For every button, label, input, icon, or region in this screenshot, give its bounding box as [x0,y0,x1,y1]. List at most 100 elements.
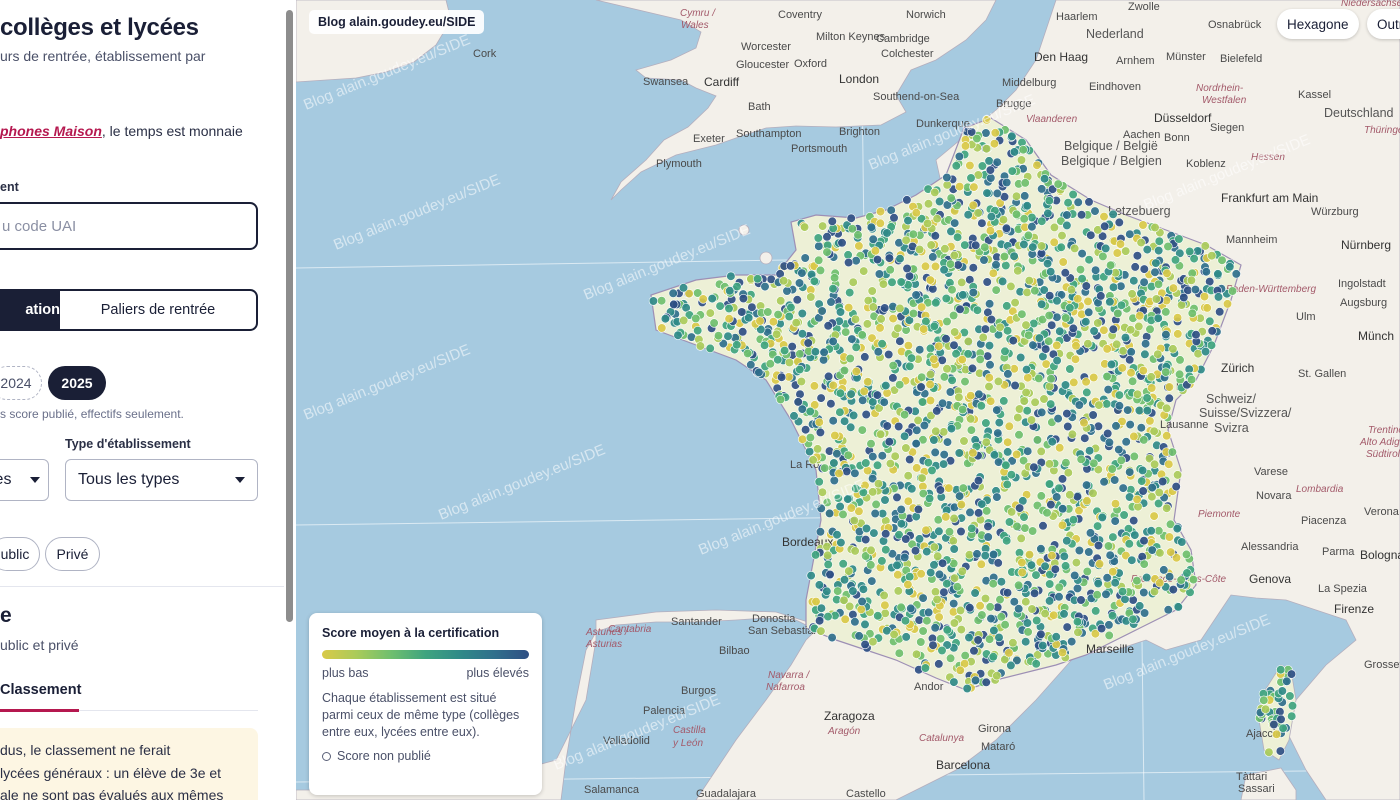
school-dot[interactable] [998,215,1009,225]
school-dot[interactable] [885,459,896,469]
school-dot[interactable] [904,271,915,281]
school-dot[interactable] [1028,242,1038,252]
school-dot[interactable] [985,165,996,175]
school-dot[interactable] [841,327,851,337]
school-dot[interactable] [1162,403,1172,413]
school-dot[interactable] [1089,372,1099,383]
school-dot[interactable] [895,254,905,264]
school-dot[interactable] [1093,540,1104,551]
school-dot[interactable] [903,471,913,481]
school-dot[interactable] [1130,530,1140,540]
school-dot[interactable] [964,550,975,560]
school-dot[interactable] [894,648,904,658]
school-dot[interactable] [935,485,946,495]
school-dot[interactable] [918,593,928,603]
school-dot[interactable] [1036,446,1046,457]
school-dot[interactable] [797,329,808,339]
school-dot[interactable] [1094,400,1104,410]
school-dot[interactable] [979,255,989,265]
school-dot[interactable] [1034,373,1044,384]
school-dot[interactable] [1140,349,1150,359]
school-dot[interactable] [1138,220,1148,230]
school-dot[interactable] [1199,292,1210,302]
school-dot[interactable] [1084,197,1094,207]
school-dot[interactable] [924,493,935,504]
school-dot[interactable] [1103,541,1114,551]
school-dot[interactable] [993,558,1003,568]
school-dot[interactable] [679,315,689,326]
tab-classement[interactable]: Classement [0,682,81,698]
school-dot[interactable] [1200,347,1211,357]
school-dot[interactable] [939,587,949,597]
school-dot[interactable] [1021,365,1032,375]
school-dot[interactable] [849,515,859,526]
school-dot[interactable] [1017,557,1027,568]
school-dot[interactable] [969,182,979,192]
school-dot[interactable] [879,590,889,601]
school-dot[interactable] [1054,483,1064,493]
school-dot[interactable] [967,523,977,534]
school-dot[interactable] [984,299,995,309]
school-dot[interactable] [1090,265,1101,275]
school-dot[interactable] [957,405,968,415]
school-dot[interactable] [835,407,845,417]
school-dot[interactable] [1068,515,1079,525]
school-dot[interactable] [724,303,734,314]
school-dot[interactable] [726,271,736,281]
school-dot[interactable] [991,285,1001,295]
school-dot[interactable] [1189,254,1199,264]
school-dot[interactable] [1149,426,1159,436]
school-dot[interactable] [968,263,978,273]
school-dot[interactable] [834,468,844,479]
school-dot[interactable] [1149,459,1160,469]
school-dot[interactable] [952,582,963,592]
school-dot[interactable] [966,173,976,183]
school-dot[interactable] [1110,475,1120,485]
school-dot[interactable] [980,550,990,561]
school-dot[interactable] [986,314,997,325]
school-dot[interactable] [905,361,915,371]
school-dot[interactable] [900,616,911,626]
school-dot[interactable] [973,508,984,518]
sector-chip-public[interactable]: ublic [0,537,40,571]
school-dot[interactable] [1002,326,1013,336]
school-dot[interactable] [1102,399,1112,409]
school-dot[interactable] [845,288,855,298]
school-dot[interactable] [827,216,837,226]
school-dot[interactable] [1108,209,1118,219]
school-dot[interactable] [949,618,960,628]
school-dot[interactable] [743,348,753,359]
school-dot[interactable] [1159,565,1169,575]
school-dot[interactable] [1021,637,1031,647]
school-dot[interactable] [949,340,959,350]
school-dot[interactable] [896,504,906,515]
school-dot[interactable] [1077,249,1087,259]
view-toggle[interactable]: ation Paliers de rentrée [0,289,258,331]
school-dot[interactable] [1132,494,1142,505]
school-dot[interactable] [988,268,998,278]
school-dot[interactable] [1027,604,1037,614]
school-dot[interactable] [828,284,838,294]
school-dot[interactable] [820,463,830,473]
school-dot[interactable] [732,282,742,292]
school-dot[interactable] [846,389,856,399]
school-dot[interactable] [1074,545,1085,556]
school-dot[interactable] [1151,294,1162,304]
school-dot[interactable] [660,314,671,324]
school-dot[interactable] [994,418,1004,428]
school-dot[interactable] [1010,380,1020,391]
school-dot[interactable] [917,372,927,382]
school-dot[interactable] [854,241,864,251]
school-dot[interactable] [867,286,877,296]
school-dot[interactable] [1047,320,1057,330]
school-dot[interactable] [744,313,754,323]
school-dot[interactable] [958,290,968,300]
school-dot[interactable] [787,342,797,352]
school-dot[interactable] [1217,255,1227,265]
school-dot[interactable] [1166,547,1176,557]
school-dot[interactable] [925,343,936,354]
school-dot[interactable] [958,483,968,493]
school-dot[interactable] [705,308,715,318]
school-dot[interactable] [973,208,983,218]
school-dot[interactable] [912,463,922,473]
